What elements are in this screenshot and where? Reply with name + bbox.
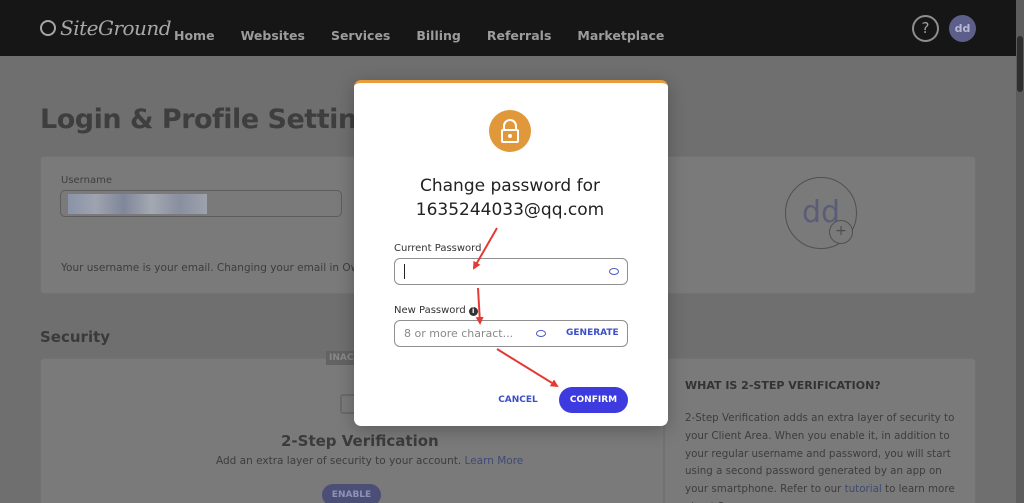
- annotation-arrows: [473, 227, 559, 388]
- arrow-to-confirm: [496, 348, 559, 388]
- arrow-to-current-password: [473, 227, 498, 270]
- arrow-to-new-password: [475, 287, 484, 325]
